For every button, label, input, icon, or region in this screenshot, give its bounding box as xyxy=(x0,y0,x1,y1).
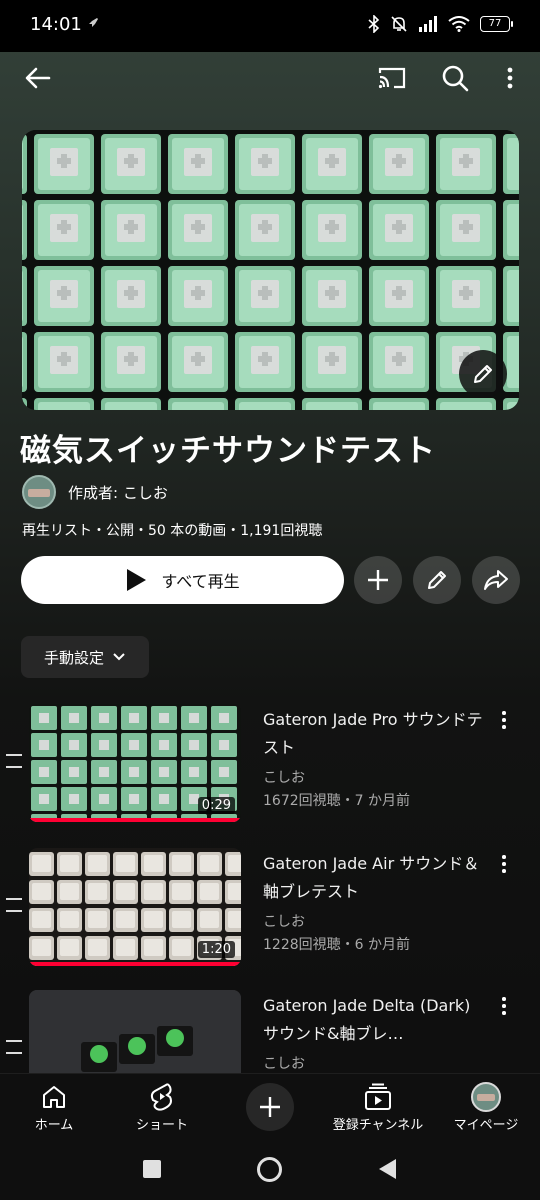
watch-progress-bar xyxy=(29,818,241,822)
drag-handle-icon[interactable] xyxy=(6,754,22,768)
drag-handle-icon[interactable] xyxy=(6,898,22,912)
sort-label: 手動設定 xyxy=(43,648,104,667)
add-to-button[interactable] xyxy=(354,556,402,604)
drag-handle-icon[interactable] xyxy=(6,1040,22,1054)
home-button[interactable] xyxy=(257,1157,282,1182)
more-vert-icon xyxy=(507,67,513,89)
avatar[interactable] xyxy=(22,475,56,509)
system-navigation-bar xyxy=(0,1139,540,1200)
home-icon xyxy=(43,1086,65,1108)
bottom-navigation: ホーム ショート 登録チャンネル マイページ xyxy=(0,1073,540,1139)
video-stats: 1672回視聴・7 か月前 xyxy=(263,793,410,809)
back-button[interactable] xyxy=(18,58,58,98)
status-icons: 77 xyxy=(368,15,513,33)
video-channel: こしお xyxy=(263,770,305,786)
video-channel: こしお xyxy=(263,914,305,930)
video-title[interactable]: Gateron Jade Pro サウンドテスト xyxy=(263,706,483,762)
chevron-down-icon xyxy=(113,653,125,661)
mute-bell-icon xyxy=(391,16,407,32)
search-icon xyxy=(442,65,469,92)
video-title[interactable]: Gateron Jade Delta (Dark) サウンド&軸ブレ… xyxy=(263,992,483,1048)
subscriptions-icon xyxy=(365,1083,391,1110)
pencil-icon xyxy=(474,365,492,383)
video-more-icon[interactable] xyxy=(494,996,514,1016)
wifi-icon xyxy=(448,16,470,32)
search-button[interactable] xyxy=(435,58,475,98)
video-title[interactable]: Gateron Jade Air サウンド＆軸ブレテスト xyxy=(263,850,483,906)
share-button[interactable] xyxy=(472,556,520,604)
video-thumbnail[interactable]: 1:20 xyxy=(29,848,241,966)
cast-icon xyxy=(378,67,406,89)
video-thumbnail[interactable]: 0:29 xyxy=(29,704,241,822)
playlist-meta: 再生リスト・公開・50 本の動画・1,191回視聴 xyxy=(22,523,323,539)
sort-dropdown[interactable]: 手動設定 xyxy=(21,636,149,678)
create-button[interactable] xyxy=(246,1083,294,1131)
share-icon xyxy=(484,570,508,590)
watch-progress-bar xyxy=(29,962,241,966)
nav-you[interactable]: マイページ xyxy=(436,1080,536,1133)
playlist-title: 磁気スイッチサウンドテスト xyxy=(20,433,436,469)
list-item[interactable]: 0:29 Gateron Jade Pro サウンドテスト こしお 1672回視… xyxy=(0,704,540,834)
author-row[interactable]: 作成者: こしお xyxy=(22,475,168,509)
nav-shorts-label: ショート xyxy=(135,1118,188,1133)
nav-home-label: ホーム xyxy=(34,1118,74,1133)
avatar xyxy=(471,1082,501,1112)
pencil-icon xyxy=(428,571,446,589)
video-more-icon[interactable] xyxy=(494,854,514,874)
video-channel: こしお xyxy=(263,1056,305,1072)
status-bar: 14:01 77 xyxy=(0,0,540,52)
nav-you-label: マイページ xyxy=(453,1118,519,1133)
battery-indicator: 77 xyxy=(480,16,513,32)
bluetooth-icon xyxy=(368,15,380,33)
nav-home[interactable]: ホーム xyxy=(4,1080,104,1133)
plus-icon xyxy=(368,570,388,590)
play-all-label: すべて再生 xyxy=(161,572,240,591)
video-duration: 0:29 xyxy=(197,797,235,814)
playlist-thumbnail[interactable] xyxy=(22,130,519,410)
edit-playlist-button[interactable] xyxy=(413,556,461,604)
nav-subscriptions[interactable]: 登録チャンネル xyxy=(328,1080,428,1133)
nav-shorts[interactable]: ショート xyxy=(112,1080,212,1133)
cast-button[interactable] xyxy=(372,58,412,98)
list-item[interactable]: 1:20 Gateron Jade Air サウンド＆軸ブレテスト こしお 12… xyxy=(0,848,540,978)
top-app-bar xyxy=(0,52,540,104)
edit-thumbnail-button[interactable] xyxy=(459,350,507,398)
play-icon xyxy=(127,569,147,591)
back-arrow-icon xyxy=(25,67,51,89)
thumbnail-image xyxy=(22,130,519,410)
nav-subscriptions-label: 登録チャンネル xyxy=(332,1118,424,1133)
more-options-button[interactable] xyxy=(494,58,526,98)
author-name[interactable]: 作成者: こしお xyxy=(68,482,168,503)
back-triangle-icon[interactable] xyxy=(377,1158,397,1180)
shorts-icon xyxy=(150,1083,172,1111)
play-all-button[interactable]: すべて再生 xyxy=(21,556,344,604)
video-stats: 1228回視聴・6 か月前 xyxy=(263,937,410,953)
video-duration: 1:20 xyxy=(197,941,235,958)
notification-icon xyxy=(89,18,98,27)
plus-icon xyxy=(260,1097,280,1117)
status-time: 14:01 xyxy=(30,14,82,35)
recents-button[interactable] xyxy=(143,1160,161,1178)
video-more-icon[interactable] xyxy=(494,710,514,730)
signal-icon xyxy=(419,16,437,32)
